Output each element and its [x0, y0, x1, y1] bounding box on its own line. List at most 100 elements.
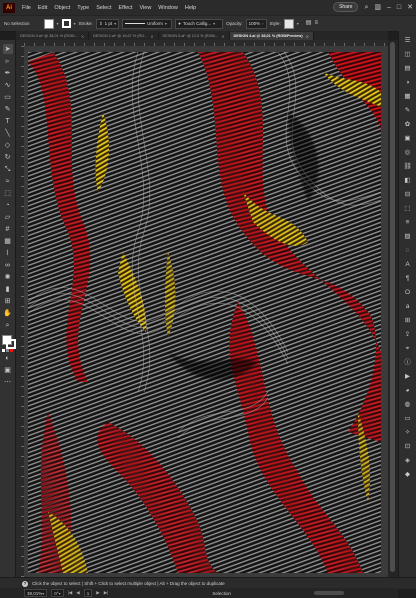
opentype-icon[interactable]: O [403, 288, 413, 298]
vertical-ruler[interactable] [16, 46, 24, 577]
chevron-down-icon[interactable]: ▾ [57, 21, 59, 26]
chevron-down-icon[interactable]: ▾ [114, 21, 116, 26]
close-icon[interactable]: ✕ [81, 34, 84, 39]
maximize-icon[interactable]: □ [397, 4, 401, 11]
chevron-down-icon[interactable]: ▾ [297, 21, 299, 26]
menu-file[interactable]: File [22, 5, 31, 11]
appearance-icon[interactable]: ◎ [403, 148, 413, 158]
selection-tool-icon[interactable]: ➤ [2, 44, 13, 54]
minimize-icon[interactable]: – [387, 4, 391, 11]
screen-mode-icon[interactable]: ▣ [3, 365, 13, 375]
direct-selection-tool-icon[interactable]: ▹ [3, 56, 13, 66]
variables-icon[interactable]: ⊡ [403, 442, 413, 452]
shapes-icon[interactable]: ◆ [403, 470, 413, 480]
fill-stroke-indicator[interactable] [1, 335, 16, 349]
column-graph-tool-icon[interactable]: ▮ [3, 284, 13, 294]
paintbrush-tool-icon[interactable]: ✎ [3, 104, 13, 114]
magic-wand-icon[interactable]: ✧ [403, 428, 413, 438]
libraries-icon[interactable]: ▤ [403, 64, 413, 74]
line-tool-icon[interactable]: ╲ [3, 128, 13, 138]
close-icon[interactable]: ✕ [407, 4, 413, 11]
gradient-icon[interactable]: ▨ [403, 232, 413, 242]
chevron-down-icon[interactable]: ▾ [42, 591, 44, 596]
stroke-weight-field[interactable]: ⇕ 1 pt ▾ [95, 18, 120, 29]
eyedropper-tool-icon[interactable]: ⌇ [3, 248, 13, 258]
menu-edit[interactable]: Edit [38, 5, 47, 11]
vertical-scrollbar[interactable] [388, 40, 398, 577]
menu-help[interactable]: Help [185, 5, 196, 11]
brushes-icon[interactable]: ✎ [403, 106, 413, 116]
draw-mode-icon[interactable]: ◐ [3, 353, 13, 363]
zoom-field[interactable]: 38,01% ▾ [24, 589, 48, 597]
more-tools-icon[interactable]: ⋯ [3, 377, 13, 387]
image-trace-icon[interactable]: ◍ [403, 400, 413, 410]
stroke-color-swatch[interactable] [5, 339, 16, 349]
color-icon[interactable]: ◑ [403, 78, 413, 88]
chevron-down-icon[interactable]: ▾ [59, 591, 61, 596]
free-transform-tool-icon[interactable]: ⬚ [3, 188, 13, 198]
default-colors[interactable] [2, 349, 13, 352]
search-icon[interactable]: ⌕ [364, 4, 368, 11]
help-icon[interactable]: ? [22, 580, 28, 587]
rotate-tool-icon[interactable]: ↻ [3, 152, 13, 162]
stepper-icon[interactable]: ⇕ [99, 21, 103, 27]
transform-icon[interactable]: ⬚ [403, 204, 413, 214]
swatches-icon[interactable]: ▦ [403, 92, 413, 102]
chevron-down-icon[interactable]: ▾ [165, 21, 167, 26]
gradient-mode-icon[interactable] [6, 349, 9, 352]
menu-view[interactable]: View [139, 5, 151, 11]
none-mode-icon[interactable] [10, 349, 13, 352]
share-button[interactable]: Share [333, 2, 359, 12]
symbols-icon[interactable]: ✿ [403, 120, 413, 130]
pathfinder-icon[interactable]: ◧ [403, 176, 413, 186]
menu-select[interactable]: Select [96, 5, 111, 11]
scroll-thumb[interactable] [390, 42, 395, 572]
properties-icon[interactable]: ☰ [403, 36, 413, 46]
canvas-area[interactable] [24, 46, 388, 577]
gradient-tool-icon[interactable]: ▦ [3, 236, 13, 246]
graphic-styles-icon[interactable]: ▣ [403, 134, 413, 144]
asset-export-icon[interactable]: ⇪ [403, 330, 413, 340]
tab-design-4[interactable]: DESIGN 4.ai @ 38,01 % (RGB/Preview) ✕ [229, 32, 314, 40]
chevron-right-icon[interactable]: › [262, 21, 263, 26]
stroke-icon[interactable]: ≡ [403, 218, 413, 228]
eraser-tool-icon[interactable]: ◇ [3, 140, 13, 150]
document-setup-icon[interactable]: ▤ [306, 20, 312, 27]
warp-tool-icon[interactable]: ≈ [3, 176, 13, 186]
style-swatch[interactable] [283, 18, 294, 29]
profile-select[interactable]: Uniform ▾ [122, 18, 173, 29]
transparency-icon[interactable]: ◌ [403, 246, 413, 256]
document-info-icon[interactable]: ▭ [403, 414, 413, 424]
chevron-down-icon[interactable]: ▾ [213, 21, 215, 26]
tab-design-2[interactable]: DESIGN 2.ai* @ 16,67 % (RG... ✕ [89, 32, 159, 40]
next-artboard-icon[interactable]: ▶ [96, 590, 99, 596]
artboards-icon[interactable]: ⊞ [403, 316, 413, 326]
blend-tool-icon[interactable]: ∞ [3, 260, 13, 270]
navigator-icon[interactable]: ⌖ [403, 344, 413, 354]
symbol-sprayer-tool-icon[interactable]: ✺ [3, 272, 13, 282]
mesh-tool-icon[interactable]: # [3, 224, 13, 234]
close-icon[interactable]: ✕ [221, 34, 224, 39]
layers-stack-icon[interactable]: ◈ [403, 456, 413, 466]
scale-tool-icon[interactable]: ⤡ [3, 164, 13, 174]
shape-builder-tool-icon[interactable]: ◔ [3, 200, 13, 210]
color-mode-icon[interactable] [2, 349, 5, 352]
stroke-swatch[interactable] [61, 19, 71, 28]
actions-icon[interactable]: ▶ [403, 372, 413, 382]
info-icon[interactable]: ⓘ [403, 358, 413, 368]
fill-swatch[interactable] [43, 18, 54, 29]
layers-icon[interactable]: ◫ [403, 50, 413, 60]
rectangle-tool-icon[interactable]: ▭ [3, 92, 13, 102]
last-artboard-icon[interactable]: ▶| [104, 590, 109, 596]
type-tool-icon[interactable]: T [3, 116, 13, 126]
links-icon[interactable]: ⛓ [403, 162, 413, 172]
menu-object[interactable]: Object [54, 5, 70, 11]
menu-effect[interactable]: Effect [119, 5, 133, 11]
pen-tool-icon[interactable]: ✒ [3, 68, 13, 78]
horizontal-scroll-thumb[interactable] [314, 591, 344, 595]
artboard-tool-icon[interactable]: ⊞ [3, 296, 13, 306]
menu-type[interactable]: Type [77, 5, 89, 11]
glyphs-icon[interactable]: a [403, 302, 413, 312]
artboard-number-field[interactable]: 1 [83, 589, 93, 597]
color-guide-icon[interactable]: ◕ [403, 386, 413, 396]
